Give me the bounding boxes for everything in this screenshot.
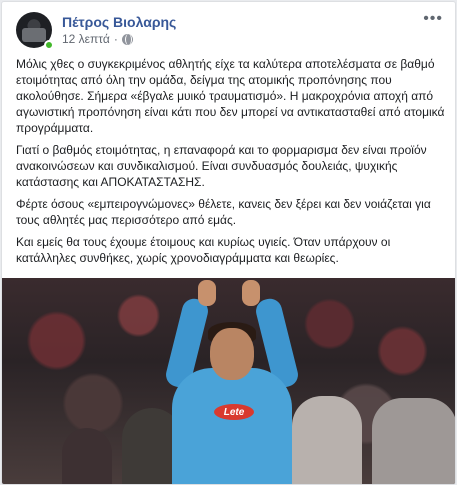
post-meta: 12 λεπτά · (62, 32, 133, 46)
globe-icon[interactable] (121, 33, 133, 45)
post-photo[interactable]: Lete (2, 278, 455, 484)
paragraph-2: Γιατί ο βαθμός ετοιμότητας, η επαναφορά … (16, 143, 427, 189)
post-card: Πέτρος Βιολαρης 12 λεπτά · ••• Μόλις χθε… (1, 1, 456, 485)
post-body: Μόλις χθες ο συγκεκριμένος αθλητής είχε … (16, 56, 446, 272)
photo-background-person (62, 428, 112, 484)
post-header: Πέτρος Βιολαρης 12 λεπτά · ••• (16, 11, 445, 52)
paragraph-3: Φέρτε όσους «εμπειρογνώμονες» θέλετε, κα… (16, 197, 431, 227)
meta-separator: · (113, 32, 118, 46)
jersey-sponsor-logo: Lete (214, 404, 254, 420)
player-left-hand (198, 280, 216, 306)
paragraph-1: Μόλις χθες ο συγκεκριμένος αθλητής είχε … (16, 57, 445, 135)
author-name[interactable]: Πέτρος Βιολαρης (62, 14, 176, 30)
post-time[interactable]: 12 λεπτά (62, 32, 110, 46)
player-jersey (172, 368, 292, 484)
player-head (210, 328, 254, 380)
photo-background-person (292, 396, 362, 484)
photo-background-person (372, 398, 455, 484)
online-status-icon (44, 40, 54, 50)
paragraph-4: Και εμείς θα τους έχουμε έτοιμους και κυ… (16, 235, 391, 265)
player-right-hand (242, 280, 260, 306)
more-options-icon[interactable]: ••• (423, 11, 443, 27)
